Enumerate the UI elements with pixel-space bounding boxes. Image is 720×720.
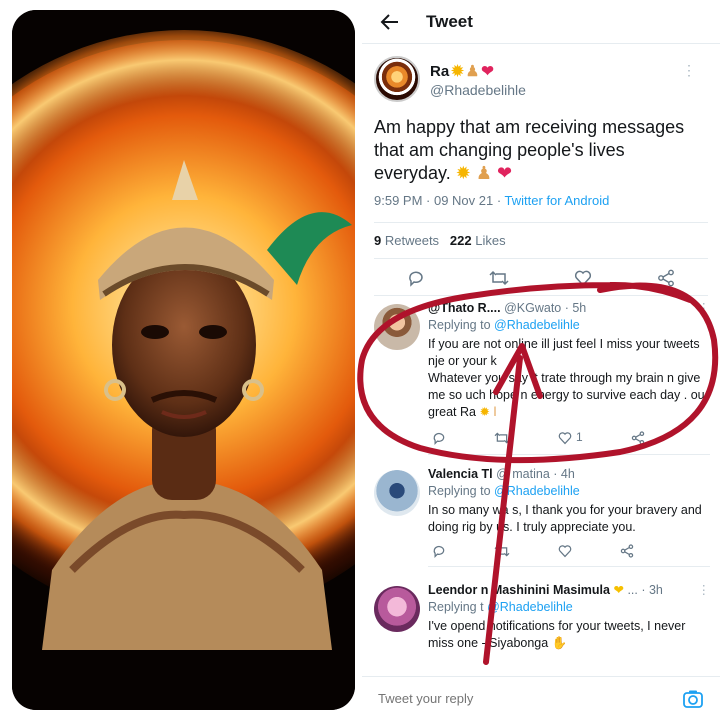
like-button[interactable] bbox=[572, 267, 594, 289]
replying-to-mention[interactable]: @Rhadebelihle bbox=[494, 318, 580, 332]
likes-count: 222 bbox=[449, 233, 472, 248]
share-button[interactable] bbox=[620, 544, 634, 558]
tweet-actions bbox=[374, 258, 708, 296]
more-options-icon[interactable]: ⋮ bbox=[698, 300, 711, 317]
retweet-button[interactable] bbox=[488, 267, 510, 289]
replying-to-mention[interactable]: @Rhadebelihle bbox=[487, 600, 573, 614]
heart-icon bbox=[558, 431, 572, 444]
reply-author-name[interactable]: @Thato R.... bbox=[428, 301, 501, 315]
candle-emoji-icon: ǀ bbox=[493, 405, 497, 419]
page-title: Tweet bbox=[426, 11, 473, 31]
reply-text: In so many wa s, I thank you for your br… bbox=[428, 503, 702, 534]
share-button[interactable] bbox=[655, 267, 677, 289]
divider bbox=[428, 454, 710, 455]
replying-to: Replying to @Rhadebelihle bbox=[428, 483, 710, 500]
reply-author-name[interactable]: Leendor n Mashinini Masimula bbox=[428, 583, 610, 597]
reply-item[interactable]: Valencia Tl @ matina · 4h Replying to @R… bbox=[362, 466, 720, 567]
retweet-button[interactable] bbox=[494, 431, 510, 445]
reply-composer bbox=[362, 676, 720, 720]
reply-author-handle: @ matina · 4h bbox=[496, 467, 575, 481]
like-button[interactable] bbox=[558, 544, 572, 558]
likes-stat[interactable]: 222 Likes bbox=[450, 233, 506, 248]
reply-avatar[interactable] bbox=[374, 304, 420, 350]
reply-actions: 1 bbox=[428, 429, 710, 446]
retweets-label: Retweets bbox=[384, 233, 440, 248]
reply-text-line: If you are not online ill just feel I mi… bbox=[428, 337, 700, 368]
author-handle[interactable]: @Rhadebelihle bbox=[430, 82, 526, 98]
reply-text: I've opend notifications for your tweets… bbox=[428, 618, 710, 652]
retweets-count: 9 bbox=[374, 233, 382, 248]
tweet-header: Ra ✹ ♟ ❤ @Rhadebelihle ⋮ bbox=[374, 50, 708, 102]
reply-text-line: Whatever you say it bbox=[428, 371, 538, 385]
retweet-icon bbox=[494, 545, 510, 557]
reply-text: If you are not online ill just feel I mi… bbox=[428, 336, 710, 421]
reply-avatar[interactable] bbox=[374, 586, 420, 632]
retweet-icon bbox=[494, 431, 510, 444]
heart-icon bbox=[558, 545, 572, 558]
reply-icon bbox=[408, 271, 423, 287]
yellow-heart-emoji-icon: ❤ bbox=[613, 583, 624, 597]
tweet-meta: 9:59 PM · 09 Nov 21 · Twitter for Androi… bbox=[374, 193, 708, 208]
tweet-text: Am happy that am receiving messages that… bbox=[374, 116, 704, 185]
heart-emoji-icon: ❤ bbox=[496, 163, 513, 183]
sun-emoji-icon: ✹ bbox=[479, 405, 490, 419]
reply-icon bbox=[433, 432, 445, 445]
like-count: 1 bbox=[576, 430, 583, 444]
reply-input[interactable] bbox=[378, 691, 628, 706]
more-options-icon[interactable]: ⋮ bbox=[698, 582, 711, 599]
reply-button[interactable] bbox=[432, 544, 446, 558]
more-options-icon[interactable]: ⋮ bbox=[682, 62, 696, 79]
like-button[interactable]: 1 bbox=[558, 429, 583, 446]
reply-icon bbox=[433, 545, 445, 558]
heart-emoji-icon: ❤ bbox=[481, 63, 494, 80]
clapping-hands-emoji-icon: ✋ bbox=[551, 636, 568, 650]
share-button[interactable] bbox=[631, 430, 645, 445]
share-icon bbox=[620, 544, 634, 558]
reply-text-line: k bbox=[490, 354, 497, 368]
reply-avatar[interactable] bbox=[374, 470, 420, 516]
replying-to: Replying t @Rhadebelihle bbox=[428, 599, 710, 616]
reply-actions bbox=[428, 544, 710, 558]
replying-to-mention[interactable]: @Rhadebelihle bbox=[494, 484, 580, 498]
reply-author-handle: @KGwato · 5h bbox=[504, 301, 587, 315]
retweet-button[interactable] bbox=[494, 544, 510, 558]
main-tweet: Ra ✹ ♟ ❤ @Rhadebelihle ⋮ Am happy that a… bbox=[362, 50, 720, 296]
tweet-timestamp: 9:59 PM · 09 Nov 21 · bbox=[374, 193, 505, 208]
likes-label: Likes bbox=[475, 233, 506, 248]
reply-button[interactable] bbox=[405, 267, 427, 289]
replying-to-label: Replying to bbox=[428, 484, 491, 498]
heart-icon bbox=[574, 270, 591, 287]
reply-author-handle: ... · 3h bbox=[627, 583, 663, 597]
divider bbox=[428, 566, 710, 567]
reply-button[interactable] bbox=[432, 431, 446, 445]
meditation-emoji-icon: ♟ bbox=[475, 163, 492, 183]
reply-text-line: uch hope n energy to survive each day . bbox=[465, 388, 688, 402]
sun-emoji-icon: ✹ bbox=[455, 163, 471, 183]
sun-emoji-icon: ✹ bbox=[451, 63, 464, 80]
camera-icon[interactable] bbox=[682, 688, 704, 710]
arrow-left-icon bbox=[380, 13, 398, 30]
tweet-stats: 9 Retweets 222 Likes bbox=[374, 223, 708, 258]
replying-to: Replying to @Rhadebelihle bbox=[428, 317, 710, 334]
replying-to-label: Replying t bbox=[428, 600, 484, 614]
reply-item[interactable]: Leendor n Mashinini Masimula ❤ ... · 3h … bbox=[362, 582, 720, 652]
sun-portrait-artwork bbox=[12, 10, 355, 710]
share-icon bbox=[658, 269, 675, 287]
share-icon bbox=[631, 430, 644, 445]
tweet-text-content: Am happy that am receiving messages that… bbox=[374, 117, 685, 183]
tweet-source-link[interactable]: Twitter for Android bbox=[505, 193, 610, 208]
sun-portrait-illustration bbox=[12, 10, 355, 710]
reply-author-name[interactable]: Valencia Tl bbox=[428, 467, 493, 481]
back-button[interactable] bbox=[370, 2, 410, 42]
avatar[interactable] bbox=[374, 56, 420, 102]
replying-to-label: Replying to bbox=[428, 318, 491, 332]
retweets-stat[interactable]: 9 Retweets bbox=[374, 233, 439, 248]
reply-item[interactable]: @Thato R.... @KGwato · 5h ⋮ Replying to … bbox=[362, 300, 720, 455]
top-bar: Tweet bbox=[362, 0, 720, 44]
author-name[interactable]: Ra ✹ ♟ ❤ bbox=[430, 62, 526, 81]
tweet-screen: Tweet Ra ✹ ♟ ❤ @Rhadebelihle ⋮ Am happy … bbox=[362, 0, 720, 720]
retweet-icon bbox=[489, 270, 509, 286]
meditation-emoji-icon: ♟ bbox=[465, 63, 480, 80]
author-name-text: Ra bbox=[430, 62, 450, 80]
